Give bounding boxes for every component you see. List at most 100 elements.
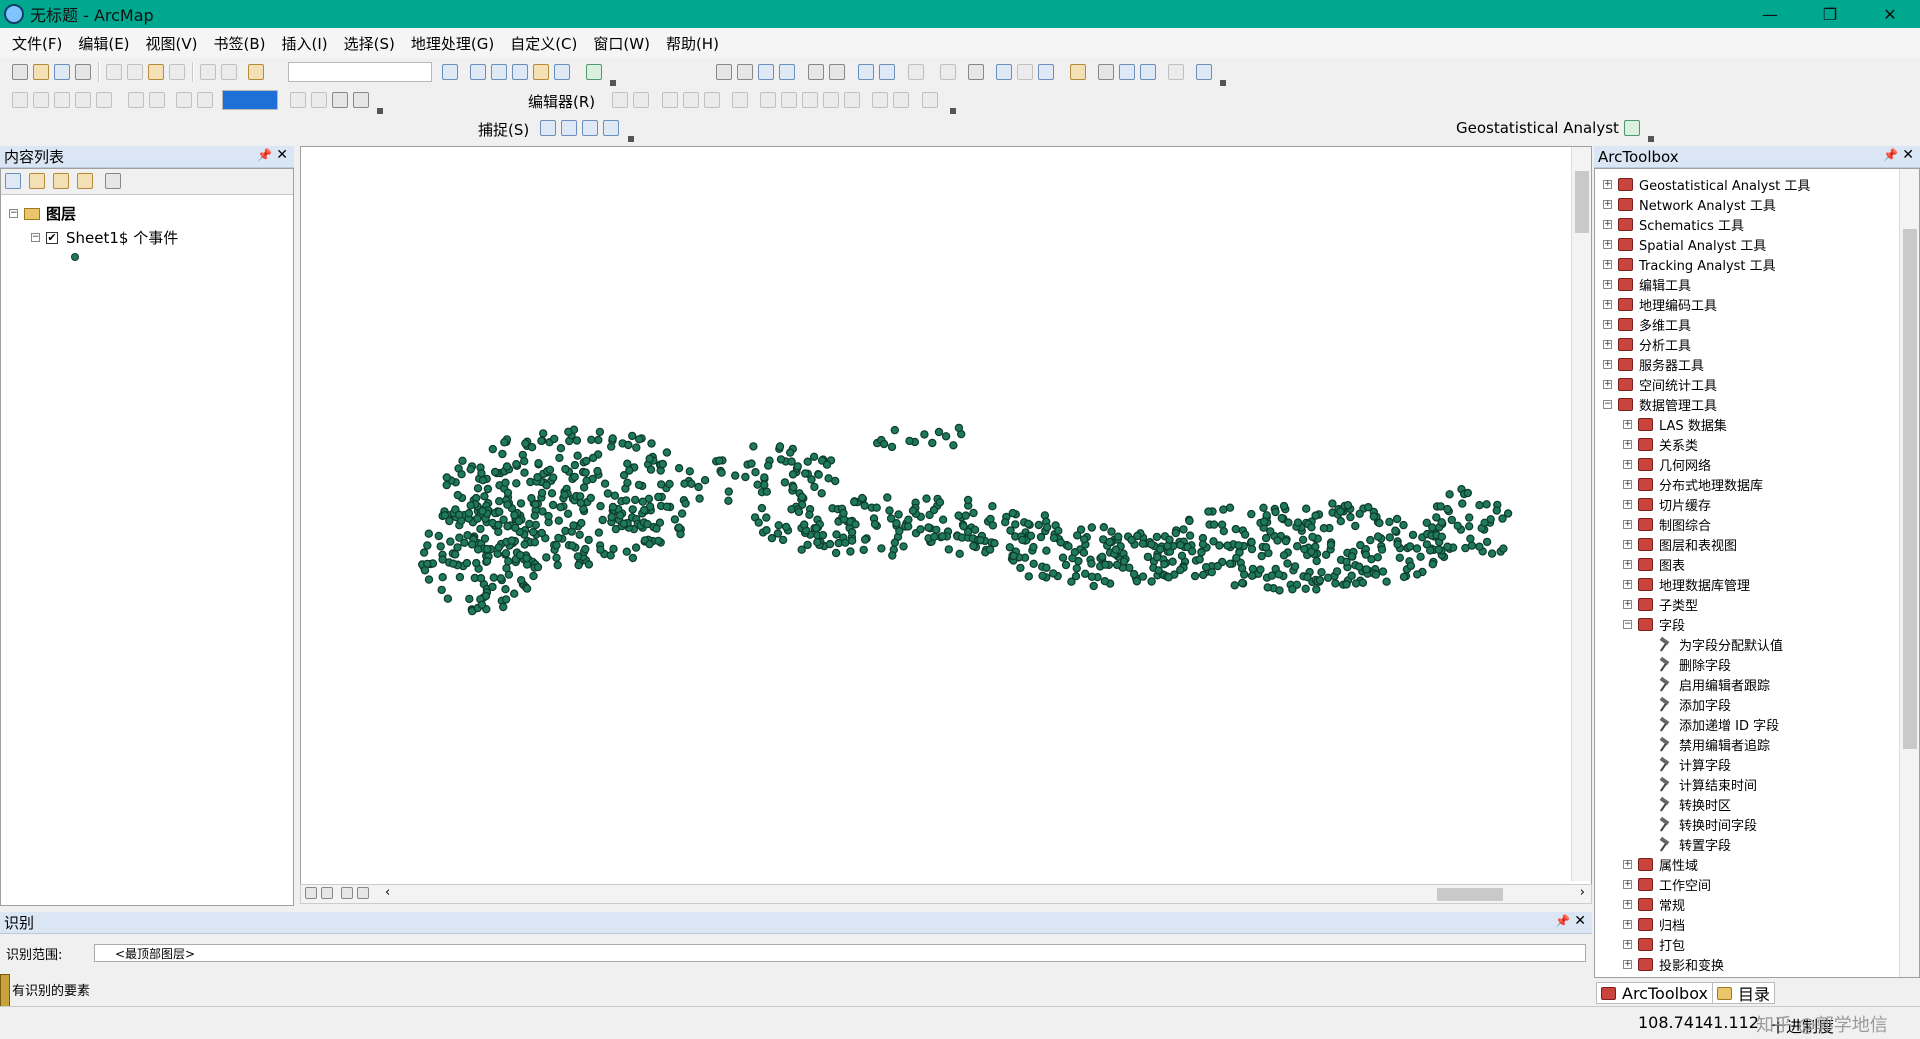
- point-feature[interactable]: [954, 423, 964, 433]
- point-feature[interactable]: [564, 427, 573, 436]
- point-feature[interactable]: [1437, 532, 1447, 541]
- editor-toolbar-icon[interactable]: [442, 64, 458, 80]
- point-feature[interactable]: [1147, 540, 1156, 549]
- point-feature[interactable]: [495, 507, 504, 516]
- point-feature[interactable]: [1119, 557, 1129, 566]
- toolset-item[interactable]: + 切片缓存: [1623, 495, 1711, 514]
- tool-item[interactable]: 添加字段: [1657, 695, 1731, 714]
- point-feature[interactable]: [625, 466, 634, 475]
- toolset-item[interactable]: + LAS 数据集: [1623, 415, 1727, 434]
- point-feature[interactable]: [1076, 525, 1086, 534]
- point-feature[interactable]: [1267, 571, 1277, 580]
- geostatistical-wizard-icon[interactable]: [1624, 120, 1640, 136]
- point-feature[interactable]: [1406, 561, 1416, 571]
- point-feature[interactable]: [1482, 500, 1491, 509]
- point-feature[interactable]: [1029, 559, 1038, 568]
- point-feature[interactable]: [600, 479, 610, 488]
- point-feature[interactable]: [1247, 538, 1256, 547]
- toolset-item[interactable]: + 图表: [1623, 555, 1685, 574]
- expand-icon[interactable]: +: [1623, 960, 1632, 969]
- point-feature[interactable]: [1177, 551, 1187, 560]
- point-feature[interactable]: [628, 431, 637, 441]
- point-feature[interactable]: [1081, 569, 1090, 578]
- point-feature[interactable]: [1323, 573, 1333, 582]
- catalog-window-icon[interactable]: [491, 64, 507, 80]
- point-feature[interactable]: [899, 542, 908, 551]
- point-feature[interactable]: [1369, 512, 1379, 521]
- point-feature[interactable]: [494, 527, 503, 537]
- find-route-icon[interactable]: [1119, 64, 1135, 80]
- point-feature[interactable]: [467, 540, 477, 549]
- point-feature[interactable]: [554, 516, 563, 525]
- point-feature[interactable]: [1179, 525, 1188, 534]
- point-feature[interactable]: [749, 442, 758, 451]
- point-feature[interactable]: [1026, 531, 1036, 540]
- menu-bookmarks[interactable]: 书签(B): [214, 33, 266, 54]
- point-feature[interactable]: [954, 511, 963, 520]
- expand-icon[interactable]: +: [1603, 180, 1612, 189]
- point-feature[interactable]: [1328, 499, 1337, 508]
- point-feature[interactable]: [640, 505, 649, 515]
- point-feature[interactable]: [509, 589, 519, 598]
- point-feature[interactable]: [537, 436, 546, 446]
- toolbox-item[interactable]: + Tracking Analyst 工具: [1603, 255, 1776, 274]
- point-feature[interactable]: [1366, 535, 1375, 545]
- point-feature[interactable]: [1101, 560, 1110, 569]
- toolset-item[interactable]: + 属性域: [1623, 855, 1698, 874]
- identify-range-dropdown[interactable]: <最顶部图层>: [94, 944, 1586, 962]
- point-feature[interactable]: [1105, 537, 1114, 547]
- point-feature[interactable]: [1036, 532, 1046, 542]
- point-feature[interactable]: [510, 510, 519, 520]
- point-feature[interactable]: [1358, 578, 1368, 587]
- toolbox-item[interactable]: + 地理编码工具: [1603, 295, 1717, 314]
- point-feature[interactable]: [501, 585, 510, 594]
- point-feature[interactable]: [1307, 547, 1316, 556]
- point-feature[interactable]: [556, 503, 565, 512]
- point-feature[interactable]: [477, 600, 487, 609]
- point-feature[interactable]: [1453, 521, 1462, 530]
- toolbox-item[interactable]: + 多维工具: [1603, 315, 1691, 334]
- editor-menu[interactable]: 编辑器(R): [528, 91, 595, 112]
- point-feature[interactable]: [1112, 560, 1122, 570]
- point-feature[interactable]: [1215, 541, 1224, 550]
- point-feature[interactable]: [434, 531, 443, 541]
- point-snapping-icon[interactable]: [540, 120, 556, 136]
- point-feature[interactable]: [1283, 559, 1292, 568]
- point-feature[interactable]: [1399, 572, 1409, 582]
- point-feature[interactable]: [587, 435, 596, 444]
- point-feature[interactable]: [594, 435, 603, 445]
- menu-insert[interactable]: 插入(I): [282, 33, 328, 54]
- layer-row[interactable]: − ✔ Sheet1$ 个事件: [31, 227, 178, 248]
- point-feature[interactable]: [1281, 536, 1291, 546]
- point-feature[interactable]: [500, 438, 509, 447]
- point-feature[interactable]: [607, 512, 616, 522]
- point-feature[interactable]: [628, 553, 638, 563]
- point-feature[interactable]: [622, 547, 631, 556]
- end-point-arc-icon[interactable]: [683, 92, 699, 108]
- undo-icon[interactable]: [200, 64, 216, 80]
- collapse-icon[interactable]: −: [1603, 400, 1612, 409]
- point-feature[interactable]: [1138, 539, 1148, 548]
- point-feature[interactable]: [528, 527, 538, 537]
- tool-item[interactable]: 删除字段: [1657, 655, 1731, 674]
- point-feature[interactable]: [552, 541, 561, 550]
- tool-item[interactable]: 计算字段: [1657, 755, 1731, 774]
- select-features-icon[interactable]: [908, 64, 924, 80]
- point-feature[interactable]: [1127, 535, 1136, 545]
- point-feature[interactable]: [1016, 563, 1025, 573]
- point-feature[interactable]: [803, 540, 812, 550]
- point-feature[interactable]: [665, 479, 674, 489]
- point-feature[interactable]: [1311, 511, 1320, 520]
- point-feature[interactable]: [938, 532, 947, 541]
- point-feature[interactable]: [534, 459, 543, 468]
- point-feature[interactable]: [1279, 551, 1289, 560]
- point-feature[interactable]: [1100, 577, 1110, 586]
- point-feature[interactable]: [812, 524, 821, 533]
- point-feature[interactable]: [595, 427, 605, 437]
- point-feature[interactable]: [658, 459, 667, 469]
- redo-icon[interactable]: [221, 64, 237, 80]
- toolset-item[interactable]: + 常规: [1623, 895, 1685, 914]
- point-feature[interactable]: [1361, 550, 1371, 559]
- point-feature[interactable]: [1302, 504, 1311, 513]
- point-feature[interactable]: [1293, 542, 1302, 551]
